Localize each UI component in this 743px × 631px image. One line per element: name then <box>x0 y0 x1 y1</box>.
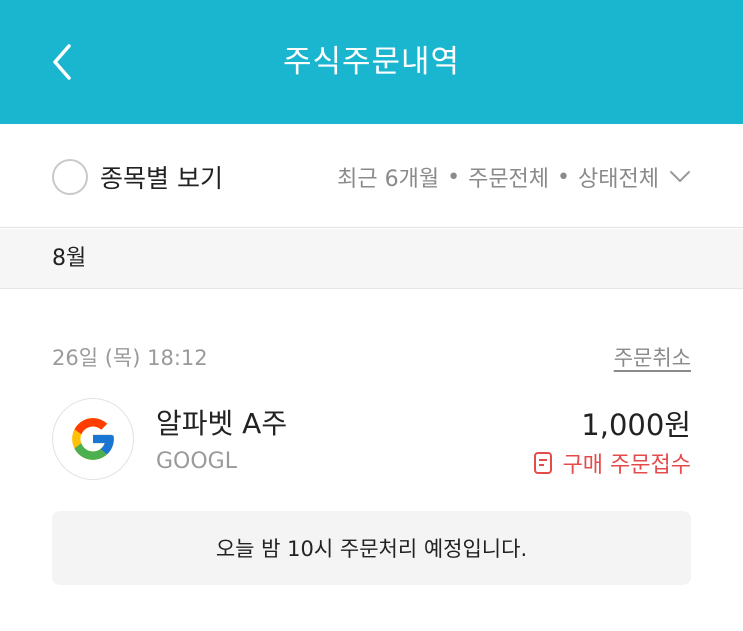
app-header: 주식주문내역 <box>0 0 743 124</box>
order-status: 구매 주문접수 <box>533 449 691 478</box>
cancel-order-link[interactable]: 주문취소 <box>614 342 691 372</box>
filter-separator: • <box>557 164 571 190</box>
view-by-stock-label: 종목별 보기 <box>100 164 223 193</box>
order-notice-text: 오늘 밤 10시 주문처리 예정입니다. <box>215 537 528 561</box>
google-logo-icon <box>72 418 114 460</box>
radio-button[interactable] <box>52 159 88 195</box>
month-section-header: 8월 <box>0 229 743 289</box>
order-status-label: 구매 주문접수 <box>562 453 691 478</box>
chevron-down-icon <box>669 170 691 184</box>
period-filter: 최근 6개월 <box>337 167 440 192</box>
back-button[interactable] <box>40 40 84 84</box>
status-filter: 상태전체 <box>578 167 659 192</box>
stock-ticker: GOOGL <box>156 449 237 474</box>
stock-logo <box>52 398 134 480</box>
order-datetime: 26일 (목) 18:12 <box>52 346 208 370</box>
document-icon <box>533 451 555 475</box>
filter-bar: 종목별 보기 최근 6개월 • 주문전체 • 상태전체 <box>0 124 743 228</box>
stock-name[interactable]: 알파벳 A주 <box>156 402 287 442</box>
chevron-left-icon <box>53 44 71 80</box>
order-type-filter: 주문전체 <box>468 167 550 192</box>
order-notice: 오늘 밤 10시 주문처리 예정입니다. <box>52 511 691 585</box>
month-label: 8월 <box>52 246 87 271</box>
view-by-stock-toggle[interactable]: 종목별 보기 <box>52 158 223 196</box>
filter-dropdown[interactable]: 최근 6개월 • 주문전체 • 상태전체 <box>337 158 691 196</box>
page-title: 주식주문내역 <box>282 44 461 80</box>
filter-separator: • <box>447 164 461 190</box>
order-amount: 1,000원 <box>581 408 691 442</box>
